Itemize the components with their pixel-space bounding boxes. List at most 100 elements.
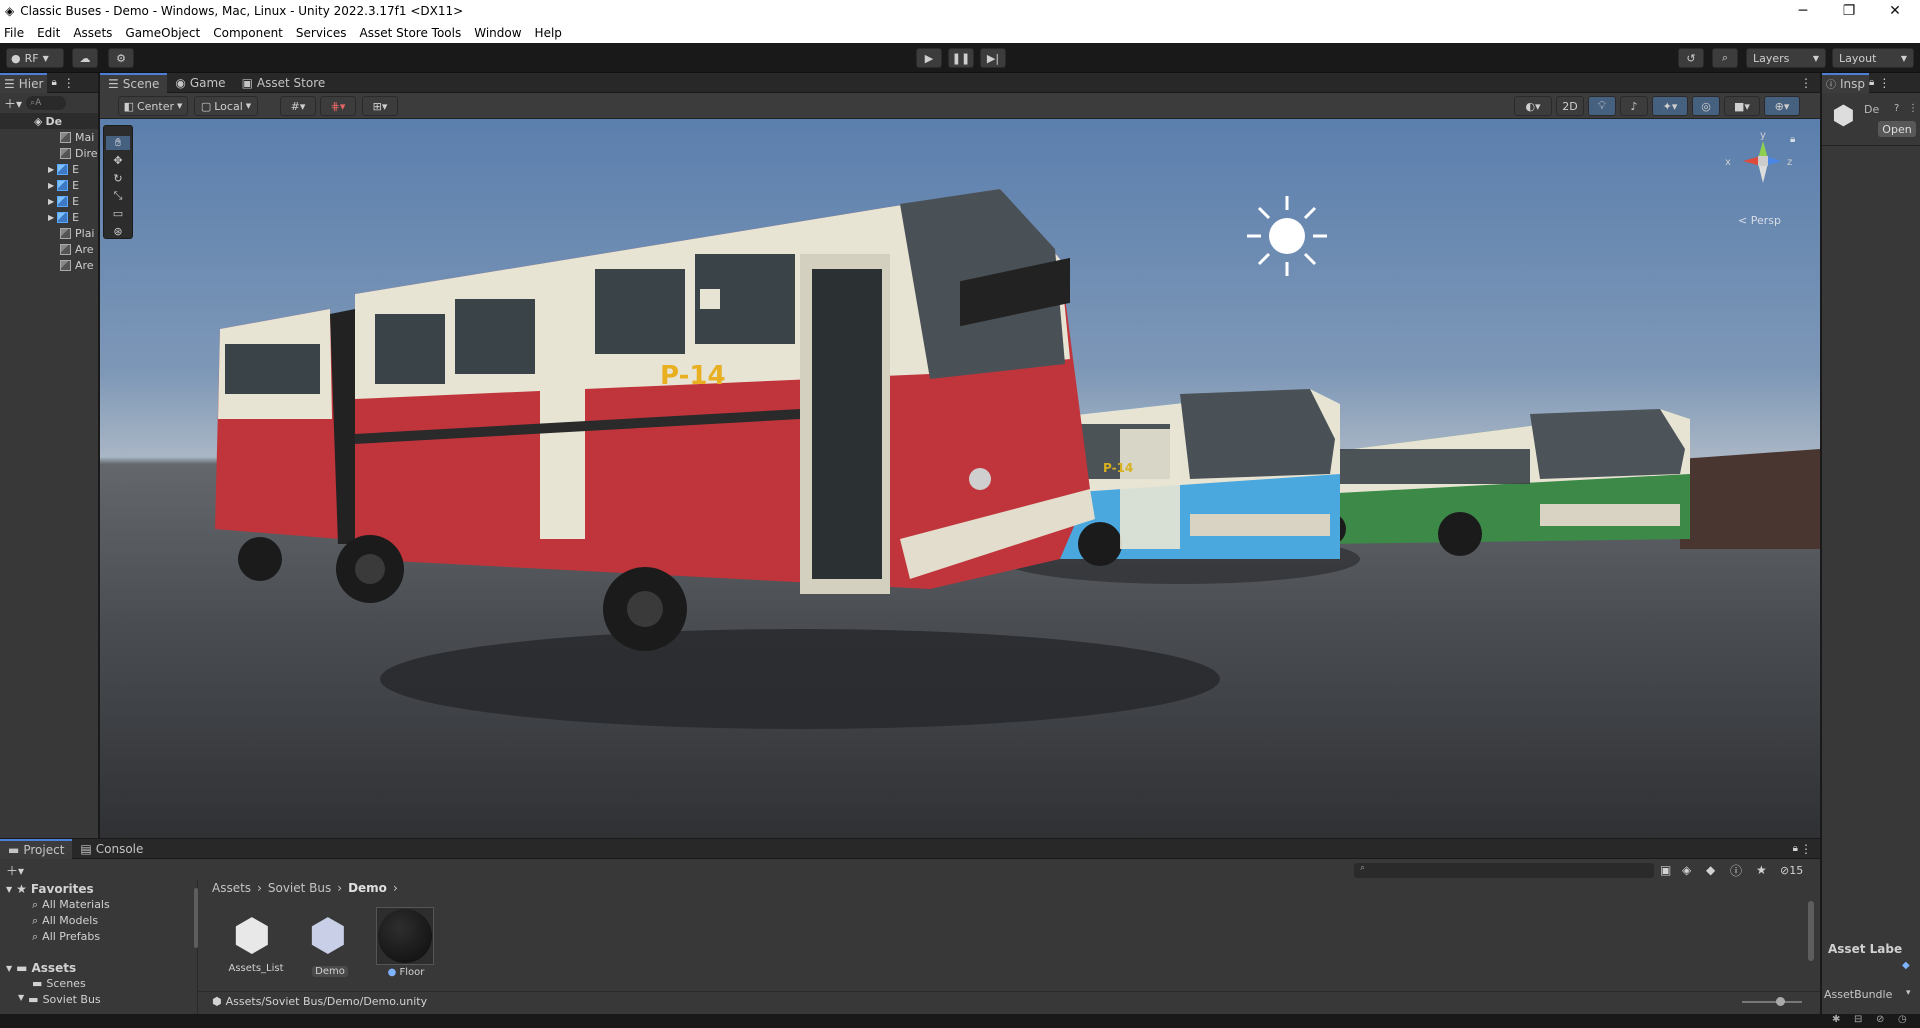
tab-game[interactable]: ◉ Game <box>167 73 233 93</box>
add-icon[interactable]: ＋▾ <box>6 862 24 879</box>
effects-dropdown[interactable]: ✦▾ <box>1652 96 1688 116</box>
pivot-rotation-dropdown[interactable]: ▢ Local ▼ <box>194 96 258 116</box>
scene-orientation-gizmo[interactable]: y x z <box>1725 130 1792 183</box>
scene-viewport[interactable]: P-14 P-14 y x z < Persp 🔒︎ ✋︎ ✥ ↻ ⤡ ▭ ⊛ <box>100 119 1820 838</box>
grid-visibility-button[interactable]: ⊞▾ <box>362 96 398 116</box>
menu-window[interactable]: Window <box>474 26 521 40</box>
assets-scrollbar[interactable] <box>1808 901 1814 961</box>
minimize-button[interactable]: ─ <box>1780 0 1826 22</box>
tab-asset-store[interactable]: ▣ Asset Store <box>234 73 334 93</box>
search-by-type-icon[interactable]: ▣ <box>1660 863 1671 877</box>
label-icon[interactable]: ◆ <box>1706 863 1715 877</box>
tab-inspector[interactable]: ⓘ Insp <box>1822 72 1870 93</box>
camera-dropdown[interactable]: ■▾ <box>1724 96 1760 116</box>
menu-services[interactable]: Services <box>296 26 347 40</box>
folder-item-soviet-bus[interactable]: ▼ ▬ Soviet Bus <box>18 993 101 1006</box>
lock-icon[interactable]: 🔒︎ <box>1793 843 1798 854</box>
menu-help[interactable]: Help <box>535 26 562 40</box>
more-icon[interactable]: ⋮ <box>1800 842 1812 856</box>
chevron-down-icon[interactable]: ▾ <box>1906 988 1911 998</box>
cloud-button[interactable]: ☁ <box>72 48 98 68</box>
help-icon[interactable]: ? <box>1894 103 1899 114</box>
hierarchy-item[interactable]: Are <box>0 257 98 273</box>
transform-tool-icon[interactable]: ⊛ <box>106 225 130 239</box>
step-button[interactable]: ▶| <box>980 48 1006 68</box>
favorite-item[interactable]: ⌕ All Prefabs <box>32 930 100 944</box>
hand-tool-icon[interactable]: ✋︎ <box>106 136 130 150</box>
tree-scrollbar[interactable] <box>194 888 198 948</box>
hierarchy-search-input[interactable]: ⌕ A <box>26 96 67 110</box>
gizmo-lock-icon[interactable]: 🔒︎ <box>1790 134 1795 145</box>
assets-header[interactable]: ▼ ▬ Assets <box>6 961 76 975</box>
asset-tile-selected[interactable]: ⬢ Demo <box>302 907 358 987</box>
pivot-mode-dropdown[interactable]: ◧ Center ▼ <box>118 96 188 116</box>
history-button[interactable]: ↺ <box>1678 48 1704 68</box>
layout-dropdown[interactable]: Layout ▼ <box>1832 48 1914 68</box>
menu-gameobject[interactable]: GameObject <box>125 26 200 40</box>
hierarchy-item[interactable]: Mai <box>0 129 98 145</box>
more-icon[interactable]: ⋮ <box>1878 76 1890 90</box>
menu-assets[interactable]: Assets <box>73 26 112 40</box>
pause-button[interactable]: ❚❚ <box>948 48 974 68</box>
scale-tool-icon[interactable]: ⤡ <box>106 189 130 203</box>
more-icon[interactable]: ⋮ <box>1800 76 1812 90</box>
more-icon[interactable]: ⋮ <box>63 76 75 90</box>
snap-increment-button[interactable]: ⋕▾ <box>320 96 356 116</box>
hierarchy-item[interactable]: ▶ E <box>0 193 98 209</box>
tab-scene[interactable]: ☰ Scene <box>100 72 168 93</box>
menu-edit[interactable]: Edit <box>37 26 60 40</box>
open-button[interactable]: Open <box>1878 121 1916 137</box>
add-icon[interactable]: ＋▾ <box>4 95 22 112</box>
asset-tile[interactable]: ⬢ Assets_List <box>226 907 286 987</box>
hierarchy-item[interactable]: ▶ E <box>0 209 98 225</box>
audio-toggle[interactable]: ♪ <box>1620 96 1648 116</box>
maximize-button[interactable]: ❐ <box>1826 0 1872 22</box>
star-icon[interactable]: ★ <box>1756 863 1767 877</box>
tab-console[interactable]: ▤ Console <box>72 839 151 859</box>
tab-project[interactable]: ▬ Project <box>0 838 73 859</box>
filter-icon[interactable]: ◈ <box>1682 863 1691 877</box>
menu-asset-store-tools[interactable]: Asset Store Tools <box>360 26 462 40</box>
hierarchy-item[interactable]: Dire <box>0 145 98 161</box>
2d-toggle[interactable]: 2D <box>1556 96 1584 116</box>
breadcrumb-item[interactable]: Assets <box>212 881 251 895</box>
asset-tile[interactable]: ● Floor <box>376 907 436 987</box>
folder-item-scenes[interactable]: ▬ Scenes <box>32 977 86 990</box>
layers-dropdown[interactable]: Layers ▼ <box>1746 48 1826 68</box>
lock-icon[interactable]: 🔒︎ <box>1869 77 1874 88</box>
draw-mode-dropdown[interactable]: ◐▾ <box>1514 96 1552 116</box>
hidden-packages-icon[interactable]: ⊘15 <box>1780 864 1803 877</box>
rect-tool-icon[interactable]: ▭ <box>106 207 130 221</box>
scene-visibility-toggle[interactable]: ◎ <box>1692 96 1720 116</box>
services-button[interactable]: ⚙ <box>108 48 134 68</box>
more-icon[interactable]: ⋮ <box>1908 103 1918 114</box>
rotate-tool-icon[interactable]: ↻ <box>106 172 130 186</box>
tag-icon[interactable]: ◆ <box>1902 960 1910 971</box>
project-search-input[interactable]: ⌕ <box>1354 862 1654 878</box>
hierarchy-item[interactable]: ▶ E <box>0 161 98 177</box>
warning-icon[interactable]: ⓘ <box>1730 862 1742 879</box>
bug-icon[interactable]: ✱ <box>1832 1014 1840 1025</box>
play-button[interactable]: ▶ <box>916 48 942 68</box>
hierarchy-item[interactable]: Plai <box>0 225 98 241</box>
gizmos-dropdown[interactable]: ⊕▾ <box>1764 96 1800 116</box>
favorite-item[interactable]: ⌕ All Models <box>32 914 98 928</box>
menu-file[interactable]: File <box>4 26 24 40</box>
move-tool-icon[interactable]: ✥ <box>106 154 130 168</box>
account-dropdown[interactable]: ● RF ▼ <box>6 48 64 68</box>
zoom-slider-handle[interactable] <box>1776 997 1785 1006</box>
network-icon[interactable]: ⊟ <box>1854 1014 1862 1025</box>
breadcrumb-item[interactable]: Demo <box>348 881 387 895</box>
close-button[interactable]: ✕ <box>1872 0 1918 22</box>
search-button[interactable]: ⌕ <box>1712 48 1738 68</box>
menu-component[interactable]: Component <box>213 26 283 40</box>
zoom-slider[interactable] <box>1742 1001 1802 1003</box>
hierarchy-item-scene[interactable]: ◈ De <box>0 113 98 129</box>
tab-hierarchy[interactable]: ☰ Hier <box>0 72 48 93</box>
progress-icon[interactable]: ◷ <box>1898 1014 1907 1025</box>
cache-icon[interactable]: ⊘ <box>1876 1014 1884 1025</box>
lighting-toggle[interactable]: 💡︎ <box>1588 96 1616 116</box>
hierarchy-item[interactable]: ▶ E <box>0 177 98 193</box>
breadcrumb-item[interactable]: Soviet Bus <box>268 881 331 895</box>
favorite-item[interactable]: ⌕ All Materials <box>32 898 110 912</box>
